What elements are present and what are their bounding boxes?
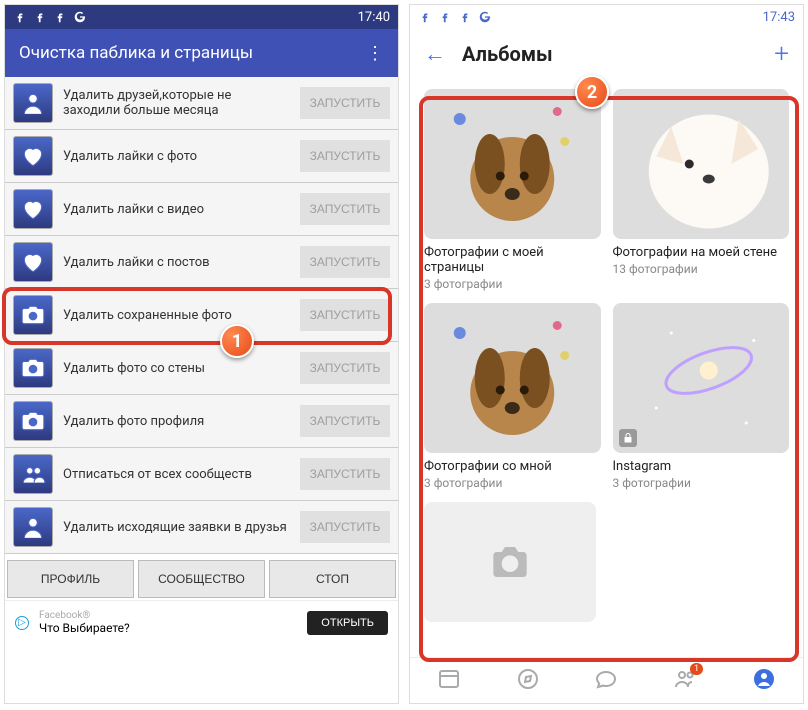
action-row-7: Отписаться от всех сообществ ЗАПУСТИТЬ (5, 448, 398, 501)
camera-icon (13, 295, 53, 335)
action-row-4: Удалить сохраненные фото ЗАПУСТИТЬ (5, 289, 398, 342)
back-icon[interactable]: ← (424, 41, 446, 67)
action-label: Удалить сохраненные фото (63, 308, 290, 323)
upload-album[interactable] (424, 502, 596, 622)
ad-banner[interactable]: ▷ Facebook® Что Выбираете? ОТКРЫТЬ (5, 600, 398, 644)
ad-brand: Facebook® (39, 610, 130, 621)
google-icon (478, 10, 492, 24)
nav-profile[interactable] (752, 667, 776, 695)
people-icon (13, 454, 53, 494)
album-name: Фотографии со мной (424, 459, 601, 474)
callout-1: 1 (220, 324, 254, 358)
action-label: Удалить исходящие заявки в друзья (63, 520, 290, 535)
album-0[interactable]: Фотографии с моей страницы 3 фотографии (424, 89, 601, 291)
run-button[interactable]: ЗАПУСТИТЬ (300, 511, 390, 543)
stop-button[interactable]: СТОП (269, 560, 396, 598)
run-button[interactable]: ЗАПУСТИТЬ (300, 140, 390, 172)
nav-friends[interactable]: 1 (673, 667, 697, 695)
action-row-6: Удалить фото профиля ЗАПУСТИТЬ (5, 395, 398, 448)
action-row-1: Удалить лайки с фото ЗАПУСТИТЬ (5, 130, 398, 183)
albums-title: Альбомы (462, 42, 553, 66)
action-label: Удалить лайки с видео (63, 202, 290, 217)
albums-grid: Фотографии с моей страницы3 фотографииФо… (424, 89, 789, 490)
cleanup-app-screen: 17:40 Очистка паблика и страницы ⋮ Удали… (4, 4, 399, 704)
facebook-icon (13, 10, 27, 24)
action-label: Удалить фото профиля (63, 414, 290, 429)
status-time: 17:43 (763, 10, 795, 25)
action-label: Удалить лайки с постов (63, 255, 290, 270)
bottom-buttons: ПРОФИЛЬ СООБЩЕСТВО СТОП (5, 558, 398, 600)
person-icon (13, 83, 53, 123)
album-2[interactable]: Фотографии со мной 3 фотографии (424, 303, 601, 490)
add-icon[interactable]: + (774, 39, 789, 69)
profile-button[interactable]: ПРОФИЛЬ (7, 560, 134, 598)
run-button[interactable]: ЗАПУСТИТЬ (300, 458, 390, 490)
actions-list: Удалить друзей,которые не заходили больш… (5, 77, 398, 554)
heart-icon (13, 136, 53, 176)
facebook-icon (438, 10, 452, 24)
album-3[interactable]: Instagram 3 фотографии (613, 303, 790, 490)
album-count: 3 фотографии (613, 476, 790, 490)
camera-icon (13, 348, 53, 388)
album-name: Фотографии на моей стене (613, 245, 790, 260)
action-label: Отписаться от всех сообществ (63, 467, 290, 482)
status-time: 17:40 (358, 10, 390, 25)
album-count: 3 фотографии (424, 277, 601, 291)
status-bar: 17:43 (410, 5, 803, 29)
action-label: Удалить друзей,которые не заходили больш… (63, 88, 290, 118)
nav-discover[interactable] (516, 667, 540, 695)
ad-open-button[interactable]: ОТКРЫТЬ (307, 611, 388, 635)
status-bar: 17:40 (5, 5, 398, 29)
heart-icon (13, 189, 53, 229)
album-1[interactable]: Фотографии на моей стене 13 фотографии (613, 89, 790, 291)
ad-text: Что Выбираете? (39, 621, 130, 635)
google-icon (73, 10, 87, 24)
nav-messages[interactable] (594, 667, 618, 695)
run-button[interactable]: ЗАПУСТИТЬ (300, 352, 390, 384)
facebook-icon (418, 10, 432, 24)
albums-screen: 17:43 ← Альбомы + Фотографии с моей стра… (409, 4, 804, 704)
album-name: Instagram (613, 459, 790, 474)
facebook-icon (33, 10, 47, 24)
lock-icon (619, 429, 637, 447)
person-icon (13, 507, 53, 547)
app-bar: Очистка паблика и страницы ⋮ (5, 29, 398, 77)
more-icon[interactable]: ⋮ (366, 43, 384, 64)
heart-icon (13, 242, 53, 282)
bottom-nav: 1 (410, 657, 803, 703)
run-button[interactable]: ЗАПУСТИТЬ (300, 299, 390, 331)
camera-icon (13, 401, 53, 441)
run-button[interactable]: ЗАПУСТИТЬ (300, 193, 390, 225)
adchoice-icon[interactable]: ▷ (15, 616, 29, 630)
album-count: 13 фотографии (613, 262, 790, 276)
community-button[interactable]: СООБЩЕСТВО (138, 560, 265, 598)
albums-header: ← Альбомы + (410, 29, 803, 79)
friends-badge: 1 (690, 663, 703, 675)
camera-icon (490, 542, 530, 582)
album-count: 3 фотографии (424, 476, 601, 490)
action-row-0: Удалить друзей,которые не заходили больш… (5, 77, 398, 130)
run-button[interactable]: ЗАПУСТИТЬ (300, 405, 390, 437)
run-button[interactable]: ЗАПУСТИТЬ (300, 246, 390, 278)
action-row-5: Удалить фото со стены ЗАПУСТИТЬ (5, 342, 398, 395)
action-row-2: Удалить лайки с видео ЗАПУСТИТЬ (5, 183, 398, 236)
action-label: Удалить лайки с фото (63, 149, 290, 164)
callout-2: 2 (575, 75, 609, 109)
album-name: Фотографии с моей страницы (424, 245, 601, 275)
facebook-icon (53, 10, 67, 24)
nav-news[interactable] (437, 667, 461, 695)
run-button[interactable]: ЗАПУСТИТЬ (300, 87, 390, 119)
action-label: Удалить фото со стены (63, 361, 290, 376)
facebook-icon (458, 10, 472, 24)
app-title: Очистка паблика и страницы (19, 43, 253, 63)
action-row-3: Удалить лайки с постов ЗАПУСТИТЬ (5, 236, 398, 289)
action-row-8: Удалить исходящие заявки в друзья ЗАПУСТИ… (5, 501, 398, 554)
